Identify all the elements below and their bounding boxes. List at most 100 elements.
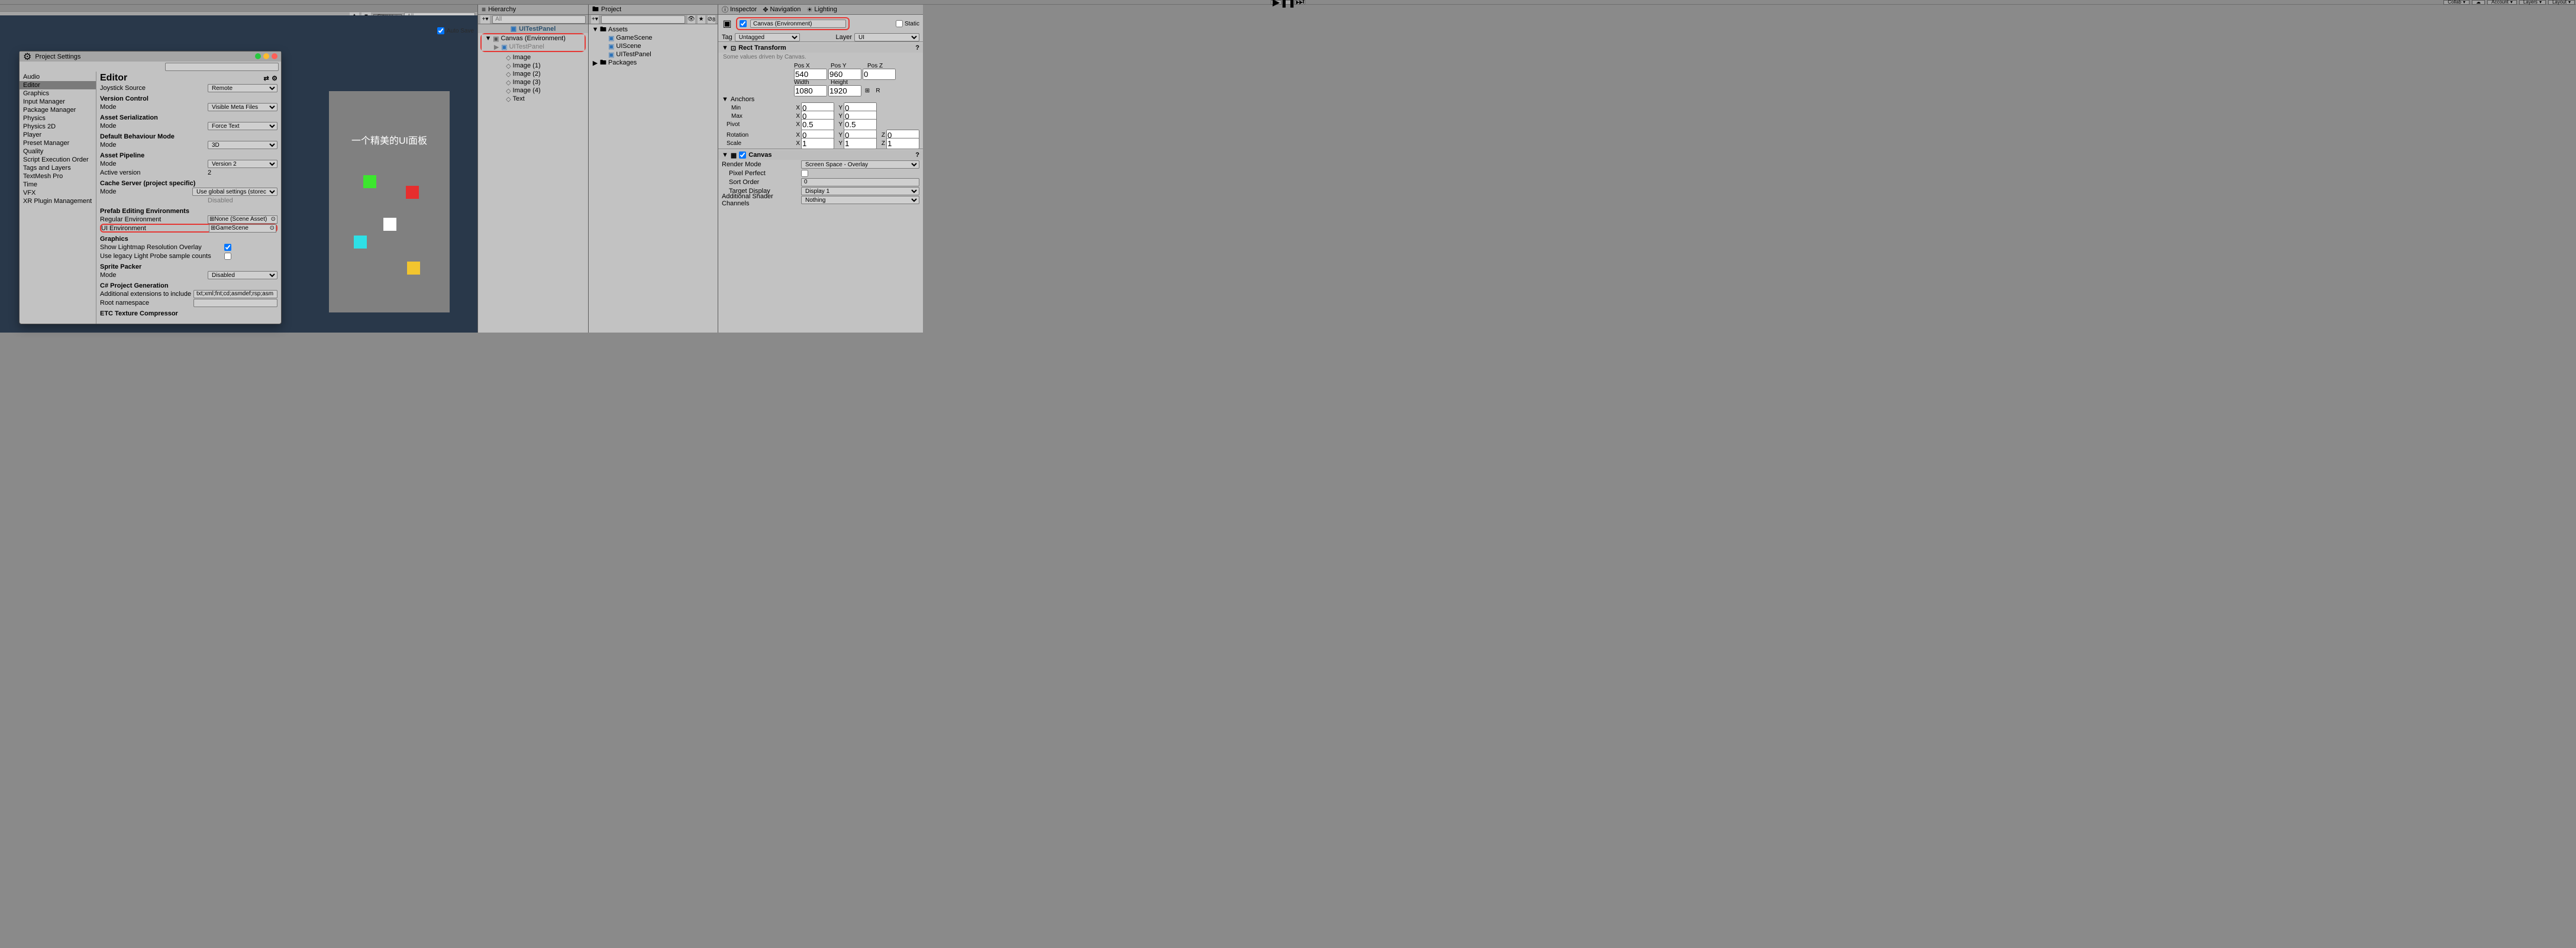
project-item[interactable]: ▣GameScene — [589, 34, 718, 42]
scl-y[interactable] — [844, 138, 877, 149]
settings-cat-package-manager[interactable]: Package Manager — [20, 106, 96, 114]
layers-menu[interactable]: Layers▾ — [2519, 0, 2546, 5]
foldout-icon[interactable]: ▼ — [722, 151, 728, 159]
step-button[interactable]: ⏭ — [1295, 0, 1305, 5]
raw-icon[interactable]: R — [873, 86, 883, 95]
active-checkbox[interactable] — [740, 20, 747, 27]
picker-icon[interactable]: ⊙ — [271, 216, 276, 223]
cache-mode-select[interactable]: Use global settings (storec — [192, 188, 277, 196]
tab-inspector[interactable]: ⓘInspector — [722, 5, 757, 14]
help-icon[interactable]: ? — [915, 151, 919, 159]
project-settings-window[interactable]: ⚙ Project Settings ⋮ AudioEditorGraphics… — [19, 51, 282, 324]
scl-x[interactable] — [801, 138, 834, 149]
cloud-button[interactable]: ☁ — [2472, 0, 2485, 5]
hierarchy-item[interactable]: ▶▣UITestPanel — [482, 43, 585, 51]
tab-lighting[interactable]: ☀Lighting — [806, 6, 837, 14]
project-item[interactable]: ▣UITestPanel — [589, 50, 718, 59]
project-item[interactable]: ▼🖿Assets — [589, 25, 718, 34]
hierarchy-tab[interactable]: ≡Hierarchy — [478, 5, 588, 15]
traffic-red[interactable] — [272, 53, 277, 59]
blueprint-icon[interactable]: ⊞ — [863, 86, 872, 95]
traffic-yellow[interactable] — [263, 53, 269, 59]
settings-cat-input-manager[interactable]: Input Manager — [20, 98, 96, 106]
traffic-green[interactable] — [255, 53, 261, 59]
tag-select[interactable]: Untagged — [735, 33, 800, 41]
pause-button[interactable]: ❚❚ — [1283, 0, 1293, 5]
defbeh-select[interactable]: 3D — [208, 141, 277, 149]
foldout-icon[interactable]: ▼ — [722, 44, 728, 51]
target-display-select[interactable]: Display 1 — [801, 187, 919, 195]
settings-cat-preset-manager[interactable]: Preset Manager — [20, 139, 96, 147]
hierarchy-tree[interactable]: ▼▣Canvas (Environment)▶▣UITestPanel — [482, 34, 585, 51]
settings-cat-script-execution-order[interactable]: Script Execution Order — [20, 156, 96, 164]
hierarchy-item[interactable]: ◇Text — [478, 95, 588, 103]
settings-cat-xr-plugin-management[interactable]: XR Plugin Management — [20, 197, 96, 205]
hierarchy-item[interactable]: ◇Image (1) — [478, 62, 588, 70]
regular-env-value[interactable]: None (Scene Asset) — [214, 216, 270, 223]
posz-input[interactable] — [863, 69, 896, 80]
inspector-tabs[interactable]: ⓘInspector ✥Navigation ☀Lighting — [718, 5, 923, 15]
canvas-enabled-checkbox[interactable] — [739, 151, 746, 159]
settings-titlebar[interactable]: ⚙ Project Settings ⋮ — [20, 51, 281, 62]
settings-cat-player[interactable]: Player — [20, 131, 96, 139]
hierarchy-item[interactable]: ◇Image (4) — [478, 86, 588, 95]
settings-cat-quality[interactable]: Quality — [20, 147, 96, 156]
settings-cat-graphics[interactable]: Graphics — [20, 89, 96, 98]
settings-cat-physics-2d[interactable]: Physics 2D — [20, 122, 96, 131]
static-checkbox[interactable] — [896, 20, 903, 27]
filter-icon[interactable]: 👁 — [687, 15, 695, 24]
settings-cat-time[interactable]: Time — [20, 180, 96, 189]
picker-icon[interactable]: ⊙ — [270, 225, 275, 231]
add-button[interactable]: +▾ — [480, 15, 490, 24]
project-tree[interactable]: ▼🖿Assets▣GameScene▣UIScene▣UITestPanel▶🖿… — [589, 24, 718, 333]
settings-cat-vfx[interactable]: VFX — [20, 189, 96, 197]
collab-menu[interactable]: Collab▾ — [2443, 0, 2470, 5]
settings-cat-textmesh-pro[interactable]: TextMesh Pro — [20, 172, 96, 180]
vc-mode-select[interactable]: Visible Meta Files — [208, 103, 277, 111]
account-menu[interactable]: Account▾ — [2487, 0, 2517, 5]
ui-env-value[interactable]: GameScene — [215, 225, 269, 231]
rootns-input[interactable] — [193, 299, 277, 307]
posy-input[interactable] — [828, 69, 861, 80]
settings-cat-editor[interactable]: Editor — [20, 81, 96, 89]
shader-channels-select[interactable]: Nothing — [801, 196, 919, 204]
hierarchy-item[interactable]: ◇Image (3) — [478, 78, 588, 86]
project-tab[interactable]: 🖿Project — [589, 5, 718, 15]
pixel-perfect-checkbox[interactable] — [801, 170, 808, 177]
layout-menu[interactable]: Layout▾ — [2548, 0, 2575, 5]
settings-cat-audio[interactable]: Audio — [20, 73, 96, 81]
settings-categories[interactable]: AudioEditorGraphicsInput ManagerPackage … — [20, 72, 96, 324]
autosave-checkbox[interactable] — [437, 27, 444, 34]
sort-order-input[interactable] — [801, 178, 919, 186]
hidden-icon[interactable]: ⊘8 — [708, 15, 715, 24]
autosave-toggle[interactable]: Auto Save — [437, 27, 474, 34]
project-item[interactable]: ▶🖿Packages — [589, 59, 718, 67]
hierarchy-tree-rest[interactable]: ◇Image◇Image (1)◇Image (2)◇Image (3)◇Ima… — [478, 52, 588, 333]
posx-input[interactable] — [794, 69, 827, 80]
lm-overlay-checkbox[interactable] — [224, 244, 231, 251]
legacy-probe-checkbox[interactable] — [224, 253, 231, 260]
height-input[interactable] — [828, 85, 861, 96]
project-item[interactable]: ▣UIScene — [589, 42, 718, 50]
foldout-icon[interactable]: ▼ — [722, 96, 728, 103]
pipeline-select[interactable]: Version 2 — [208, 160, 277, 168]
serial-mode-select[interactable]: Force Text — [208, 122, 277, 130]
ext-input[interactable] — [193, 290, 277, 298]
tab-navigation[interactable]: ✥Navigation — [763, 6, 800, 14]
go-name-input[interactable] — [750, 20, 846, 28]
hierarchy-item[interactable]: ◇Image — [478, 53, 588, 62]
gear-icon[interactable]: ⚙ — [272, 75, 277, 82]
hierarchy-item[interactable]: ▼▣Canvas (Environment) — [482, 34, 585, 43]
help-icon[interactable]: ⇄ — [263, 75, 269, 82]
settings-search-input[interactable] — [165, 63, 279, 71]
joystick-select[interactable]: Remote — [208, 84, 277, 92]
favorite-icon[interactable]: ★ — [698, 15, 705, 24]
settings-cat-physics[interactable]: Physics — [20, 114, 96, 122]
hierarchy-search-input[interactable] — [492, 15, 586, 24]
project-search-input[interactable] — [601, 15, 685, 24]
scl-z[interactable] — [886, 138, 919, 149]
settings-cat-tags-and-layers[interactable]: Tags and Layers — [20, 164, 96, 172]
add-button[interactable]: +▾ — [591, 15, 599, 24]
sprite-select[interactable]: Disabled — [208, 271, 277, 279]
pivot-y[interactable] — [844, 119, 877, 130]
